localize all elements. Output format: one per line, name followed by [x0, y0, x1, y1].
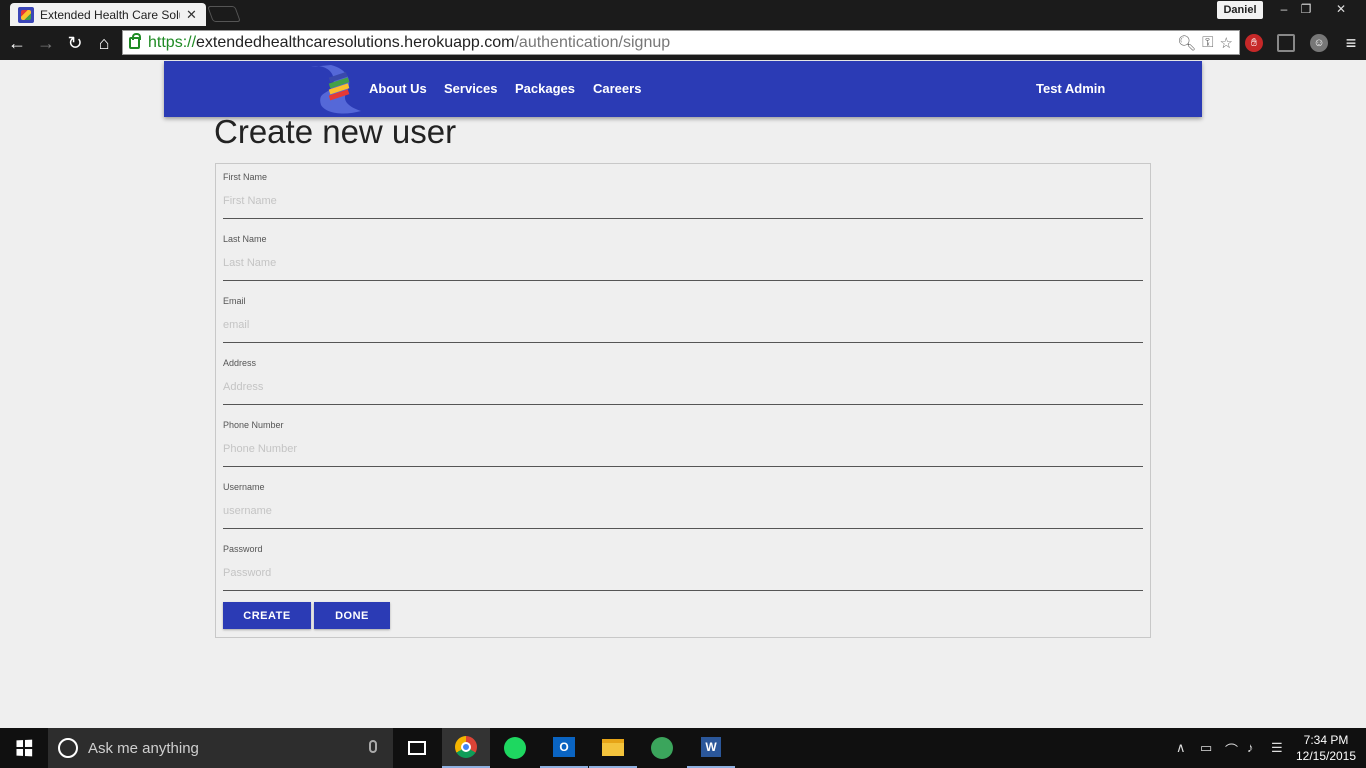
spotify-icon[interactable] [491, 728, 539, 768]
address-bar[interactable]: https://extendedhealthcaresolutions.hero… [122, 30, 1240, 55]
tab-close-icon[interactable]: ✕ [186, 7, 197, 23]
nav-packages[interactable]: Packages [515, 81, 575, 96]
tab-title: Extended Health Care Solu [40, 7, 180, 22]
nav-services[interactable]: Services [444, 81, 498, 96]
first-name-field: First Name [223, 164, 1143, 219]
address-input[interactable] [223, 378, 1143, 396]
window-close-icon[interactable]: ✕ [1326, 0, 1356, 18]
last-name-input[interactable] [223, 254, 1143, 272]
site-favicon-icon [18, 6, 34, 23]
url-scheme: https:// [148, 33, 197, 51]
site-header: About Us Services Packages Careers Test … [164, 61, 1202, 117]
email-input[interactable] [223, 316, 1143, 334]
search-placeholder: Ask me anything [88, 739, 199, 757]
bookmark-star-icon[interactable]: ☆ [1220, 34, 1233, 52]
address-field: Address [223, 350, 1143, 405]
chrome-icon[interactable] [442, 728, 490, 768]
done-button[interactable]: DONE [314, 602, 390, 629]
username-input[interactable] [223, 502, 1143, 520]
last-name-field: Last Name [223, 226, 1143, 281]
browser-toolbar: ← → ↻ ⌂ https://extendedhealthcaresoluti… [0, 26, 1366, 60]
url-path: /authentication/signup [514, 33, 671, 51]
reload-icon[interactable]: ↻ [65, 33, 85, 53]
phone-number-field: Phone Number [223, 412, 1143, 467]
last-name-label: Last Name [223, 234, 267, 244]
new-tab-button[interactable] [207, 6, 241, 22]
first-name-input[interactable] [223, 192, 1143, 210]
email-field: Email [223, 288, 1143, 343]
zoom-icon[interactable]: 🔍︎ [1177, 34, 1196, 52]
cast-icon[interactable] [1277, 34, 1295, 52]
password-field: Password [223, 536, 1143, 591]
clock-time: 7:34 PM [1303, 733, 1349, 747]
tray-chevron-icon[interactable]: ∧ [1176, 740, 1186, 756]
clock-date: 12/15/2015 [1295, 749, 1357, 763]
home-icon[interactable]: ⌂ [94, 33, 114, 53]
email-label: Email [223, 296, 246, 306]
wifi-icon[interactable]: ⌒ [1225, 740, 1238, 759]
back-icon[interactable]: ← [7, 33, 27, 53]
atom-icon[interactable] [638, 728, 686, 768]
file-explorer-icon[interactable] [589, 728, 637, 768]
outlook-icon[interactable]: O [540, 728, 588, 768]
cortana-icon [58, 738, 78, 758]
key-icon[interactable]: ⚿ [1202, 34, 1213, 52]
nav-careers[interactable]: Careers [593, 81, 641, 96]
cortana-search[interactable]: Ask me anything [48, 728, 393, 768]
microphone-icon[interactable] [369, 740, 377, 753]
phone-number-input[interactable] [223, 440, 1143, 458]
notifications-icon[interactable]: ☰ [1271, 740, 1283, 756]
browser-tabstrip: Extended Health Care Solu ✕ Daniel – ❐ ✕ [0, 0, 1366, 26]
phone-number-label: Phone Number [223, 420, 284, 430]
adblock-icon[interactable]: ✋︎ [1245, 34, 1263, 52]
user-menu[interactable]: Test Admin [1036, 81, 1105, 96]
url-text: https://extendedhealthcaresolutions.hero… [148, 34, 670, 52]
password-label: Password [223, 544, 263, 554]
url-host: extendedhealthcaresolutions.herokuapp.co… [196, 33, 515, 51]
lock-icon [129, 32, 141, 49]
create-button[interactable]: CREATE [223, 602, 311, 629]
forward-icon[interactable]: → [36, 33, 56, 53]
profile-button[interactable]: Daniel [1217, 1, 1263, 19]
username-field: Username [223, 474, 1143, 529]
start-button[interactable] [0, 728, 48, 768]
site-logo-icon[interactable] [307, 61, 365, 116]
menu-icon[interactable]: ≡ [1341, 33, 1361, 53]
browser-tab[interactable]: Extended Health Care Solu ✕ [10, 3, 206, 26]
extension-off-icon[interactable]: ☺ [1310, 34, 1328, 52]
volume-icon[interactable]: ♪ [1247, 740, 1254, 755]
taskbar: Ask me anything O W ∧ ▭ ⌒ ♪ ☰ 7:34 PM 12… [0, 728, 1366, 768]
battery-icon[interactable]: ▭ [1200, 740, 1212, 756]
word-icon[interactable]: W [687, 728, 735, 768]
username-label: Username [223, 482, 265, 492]
nav-about-us[interactable]: About Us [369, 81, 427, 96]
first-name-label: First Name [223, 172, 268, 182]
clock[interactable]: 7:34 PM 12/15/2015 [1293, 732, 1359, 764]
restore-icon[interactable]: ❐ [1292, 0, 1320, 18]
windows-logo-icon [16, 739, 33, 757]
password-input[interactable] [223, 564, 1143, 582]
task-view-icon[interactable] [393, 728, 441, 768]
page-title: Create new user [214, 113, 457, 150]
address-label: Address [223, 358, 257, 368]
signup-form: First Name Last Name Email Address Phone… [215, 163, 1151, 638]
